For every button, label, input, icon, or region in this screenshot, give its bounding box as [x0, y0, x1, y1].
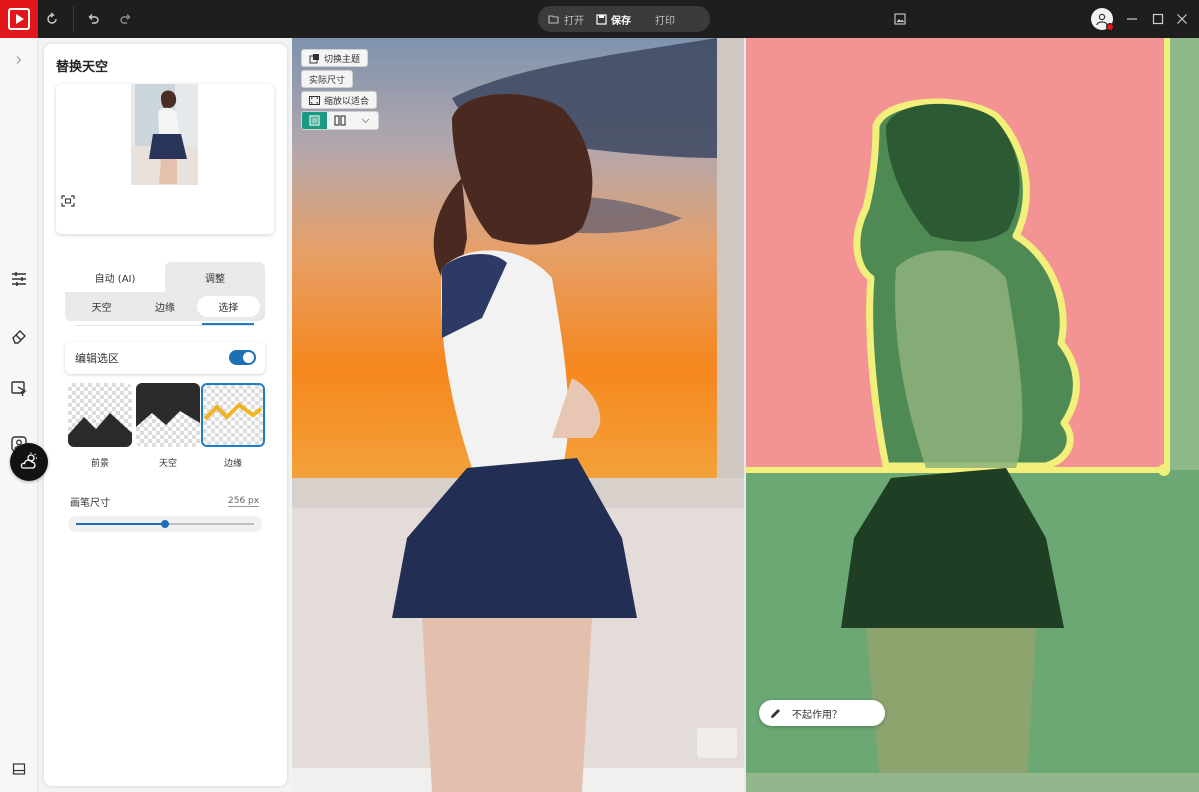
- maximize-icon[interactable]: [1148, 9, 1168, 29]
- tab-adjust[interactable]: 调整: [165, 262, 265, 292]
- refresh-icon[interactable]: [42, 9, 62, 29]
- edit-selection-row: 编辑选区: [65, 342, 265, 374]
- file-actions-pill: 打开 保存 打印: [538, 6, 710, 32]
- brush-size-label: 画笔尺寸: [70, 498, 110, 509]
- fit-screen-icon: [309, 95, 320, 105]
- mask-preview: [746, 38, 1199, 792]
- split-view-button[interactable]: [327, 112, 353, 129]
- tool-rail: [0, 38, 38, 792]
- edge-tile[interactable]: [201, 383, 265, 447]
- image-icon[interactable]: [890, 9, 910, 29]
- pencil-icon: [771, 708, 780, 718]
- help-label: 不起作用？: [792, 709, 842, 721]
- sub-tabs: 天空 边缘 选择: [65, 292, 265, 321]
- redo-icon[interactable]: [116, 9, 136, 29]
- app-logo: [0, 0, 38, 38]
- switch-subject-button[interactable]: 切换主题: [301, 49, 369, 67]
- original-preview: [292, 38, 746, 792]
- close-icon[interactable]: [1172, 9, 1192, 29]
- open-label: 打开: [564, 15, 584, 27]
- actual-size-button[interactable]: 实际尺寸: [301, 70, 354, 88]
- view-mode-switcher: [301, 111, 379, 130]
- mountain-sky-icon: [136, 383, 200, 427]
- expand-chevron-icon[interactable]: [7, 48, 31, 72]
- eraser-icon[interactable]: [7, 324, 31, 348]
- cursor-select-icon[interactable]: [7, 377, 31, 401]
- mountain-foreground-icon: [68, 413, 132, 447]
- sky-weather-icon: [20, 452, 37, 469]
- panel-title: 替换天空: [56, 60, 109, 75]
- slider-knob[interactable]: [161, 520, 169, 528]
- save-button[interactable]: 保存: [596, 12, 631, 27]
- tab-sky[interactable]: 天空: [70, 296, 133, 317]
- view-dropdown-button[interactable]: [352, 112, 378, 129]
- user-avatar[interactable]: [1091, 8, 1114, 31]
- split-view-icon: [334, 115, 346, 126]
- sky-tile-label: 天空: [158, 459, 177, 469]
- edge-line-icon: [203, 402, 263, 421]
- fit-to-screen-button[interactable]: 缩放以适合: [301, 91, 378, 109]
- single-view-icon: [309, 115, 320, 126]
- fit-frame-icon[interactable]: [60, 193, 76, 209]
- sliders-icon[interactable]: [7, 267, 31, 291]
- mode-tabs: 自动 (AI) 调整: [65, 262, 265, 292]
- tab-divider: [76, 325, 254, 326]
- edit-selection-label: 编辑选区: [75, 352, 119, 365]
- sky-replace-panel: 替换天空 自动 (AI) 调整 天空 边缘 选择 编辑选区 前景 天空 边缘 画…: [44, 44, 287, 786]
- edit-selection-toggle[interactable]: [229, 350, 256, 365]
- notification-dot: [1106, 23, 1114, 31]
- chevron-down-icon: [361, 118, 370, 123]
- foreground-tile-label: 前景: [90, 459, 109, 469]
- selection-mode-tiles: 前景 天空 边缘: [65, 383, 265, 473]
- preview-thumbnail: [131, 84, 198, 185]
- single-view-button[interactable]: [302, 112, 328, 129]
- sky-replace-tool-button[interactable]: [10, 443, 48, 481]
- compare-split-line[interactable]: [744, 38, 746, 792]
- tab-edge[interactable]: 边缘: [133, 296, 196, 317]
- tab-select[interactable]: 选择: [196, 296, 260, 317]
- print-label: 打印: [655, 15, 675, 27]
- panel-toggle-icon[interactable]: [7, 757, 31, 781]
- switch-subject-label: 切换主题: [324, 54, 361, 65]
- slider-fill: [76, 523, 165, 525]
- toolbar-divider: [73, 6, 74, 32]
- print-button[interactable]: 打印: [655, 12, 675, 27]
- open-button[interactable]: 打开: [548, 12, 584, 27]
- switch-subject-icon: [309, 53, 319, 63]
- sky-tile[interactable]: [136, 383, 200, 447]
- fit-to-screen-label: 缩放以适合: [324, 96, 370, 107]
- foreground-tile[interactable]: [68, 383, 132, 447]
- minimize-icon[interactable]: [1122, 9, 1142, 29]
- folder-open-icon: [548, 14, 559, 24]
- tab-auto-ai[interactable]: 自动 (AI): [65, 262, 165, 292]
- brush-size-slider[interactable]: [68, 516, 262, 532]
- active-tab-underline: [202, 323, 254, 325]
- brush-size-value[interactable]: 256 px: [228, 496, 260, 507]
- actual-size-label: 实际尺寸: [309, 75, 346, 86]
- not-working-help-button[interactable]: 不起作用？: [759, 700, 885, 726]
- slider-track: [76, 520, 254, 528]
- title-bar: 打开 保存 打印: [0, 0, 1199, 38]
- save-label: 保存: [611, 15, 631, 27]
- image-canvas[interactable]: 切换主题 实际尺寸 缩放以适合: [292, 38, 1199, 792]
- edge-tile-label: 边缘: [223, 459, 242, 469]
- save-icon: [596, 13, 607, 25]
- undo-icon[interactable]: [83, 9, 103, 29]
- preview-thumbnail-card: [56, 84, 274, 234]
